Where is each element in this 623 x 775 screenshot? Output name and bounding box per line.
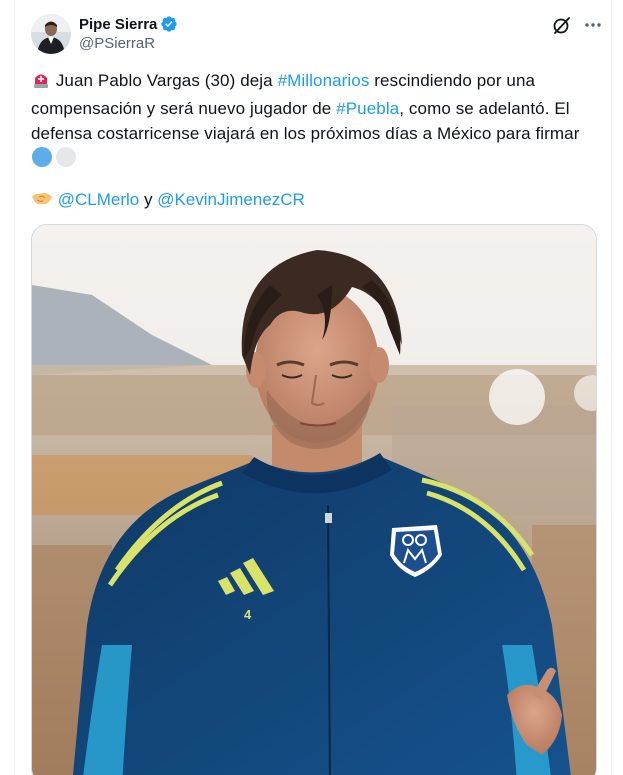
grok-icon[interactable]: [551, 14, 573, 36]
tweet-text: Juan Pablo Vargas (30) deja #Millonarios…: [31, 68, 601, 175]
tweet-card[interactable]: Pipe Sierra @PSierraR Juan Pablo Vargas …: [14, 0, 612, 775]
author-display-name[interactable]: Pipe Sierra: [79, 16, 157, 33]
jersey-number: 4: [244, 607, 252, 622]
rotating-light-emoji: [31, 69, 51, 96]
tweet-text-part1: Juan Pablo Vargas (30) deja: [51, 71, 278, 90]
author-handle[interactable]: @PSierraR: [79, 35, 155, 52]
white-circle-emoji: [55, 146, 77, 175]
verified-badge-icon: [160, 15, 178, 33]
blue-circle-emoji: [31, 146, 53, 175]
hashtag-millonarios[interactable]: #Millonarios: [278, 71, 370, 90]
mention-clmerlo[interactable]: @CLMerlo: [58, 190, 140, 209]
more-options-icon[interactable]: [582, 14, 604, 36]
tweet-photo[interactable]: 4: [31, 224, 597, 775]
mention-connector: y: [139, 190, 158, 209]
mentions-line: @CLMerlo y @KevinJimenezCR: [31, 187, 305, 215]
mention-kevinjimenezcr[interactable]: @KevinJimenezCR: [157, 190, 305, 209]
handshake-emoji: [31, 188, 53, 215]
hashtag-puebla[interactable]: #Puebla: [336, 99, 399, 118]
avatar[interactable]: [31, 14, 71, 54]
